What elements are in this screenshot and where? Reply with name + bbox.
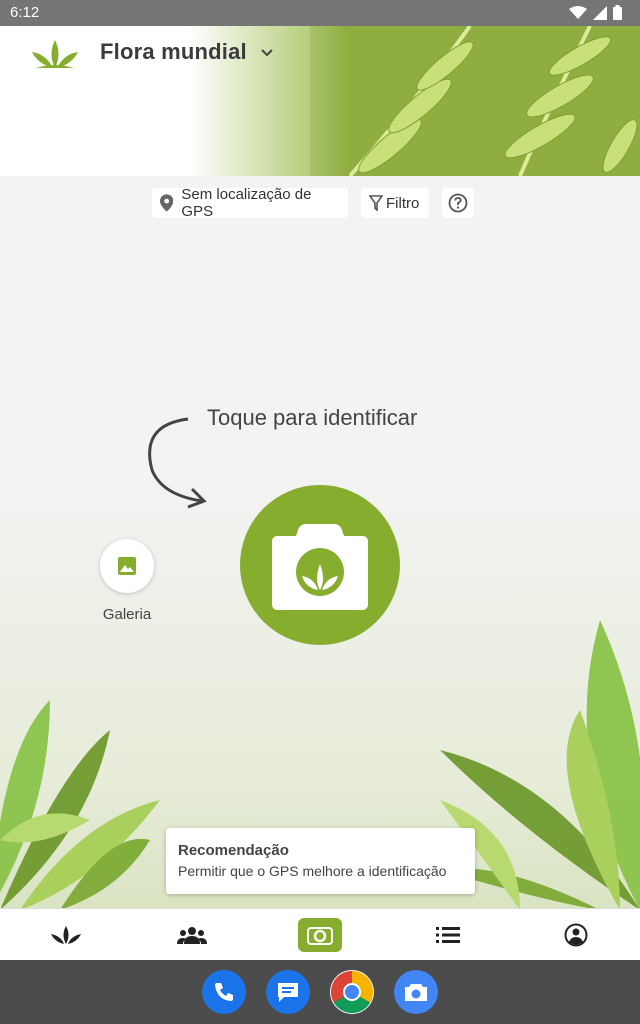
tooltip-body: Permitir que o GPS melhore a identificaç… <box>178 863 447 879</box>
chrome-app[interactable] <box>330 970 374 1014</box>
plants-icon <box>51 926 81 944</box>
image-icon <box>118 557 136 575</box>
gallery-label: Galeria <box>102 606 152 623</box>
list-icon <box>436 927 460 943</box>
filter-icon <box>369 195 383 211</box>
camera-icon <box>307 927 333 945</box>
tooltip-title: Recomendação <box>178 842 289 859</box>
identify-camera-button[interactable] <box>240 485 400 645</box>
nav-camera[interactable] <box>290 909 350 961</box>
phone-app[interactable] <box>202 970 246 1014</box>
messages-icon <box>278 983 298 1002</box>
help-button[interactable] <box>442 188 474 218</box>
wifi-icon <box>569 5 587 19</box>
camera-app-icon <box>405 984 427 1001</box>
nav-community[interactable] <box>162 909 222 961</box>
nav-camera-active-bg <box>298 918 342 952</box>
gallery-button[interactable] <box>100 539 154 593</box>
fern-banner-image <box>190 26 640 176</box>
status-time: 6:12 <box>10 4 40 21</box>
signal-icon <box>593 5 607 20</box>
gps-chip-label: Sem localização de GPS <box>181 186 312 220</box>
community-icon <box>177 927 207 944</box>
tap-to-identify-hint: Toque para identificar <box>207 405 418 430</box>
chevron-down-icon[interactable] <box>260 48 274 58</box>
filter-chip-label: Filtro <box>386 194 420 212</box>
header: Flora mundial <box>0 26 640 176</box>
battery-icon <box>613 5 622 20</box>
chrome-icon <box>330 971 374 1014</box>
profile-icon <box>564 923 588 947</box>
filter-chip[interactable]: Filtro <box>361 188 429 218</box>
camera-app[interactable] <box>394 970 438 1014</box>
app-title-dropdown[interactable]: Flora mundial <box>100 39 247 65</box>
location-pin-icon <box>160 194 174 212</box>
help-icon <box>448 193 468 213</box>
gps-location-chip[interactable]: Sem localização de GPS <box>152 186 348 220</box>
recommendation-tooltip[interactable]: Recomendação Permitir que o GPS melhore … <box>166 828 475 894</box>
phone-icon <box>215 983 233 1001</box>
nav-profile[interactable] <box>546 909 606 961</box>
messages-app[interactable] <box>266 970 310 1014</box>
android-dock <box>0 960 640 1024</box>
app-logo <box>32 40 78 68</box>
camera-icon <box>272 524 368 610</box>
nav-list[interactable] <box>418 909 478 961</box>
bottom-navigation <box>0 908 640 961</box>
status-bar: 6:12 <box>0 0 640 26</box>
curved-arrow-icon <box>148 417 207 509</box>
nav-plants[interactable] <box>36 909 96 961</box>
